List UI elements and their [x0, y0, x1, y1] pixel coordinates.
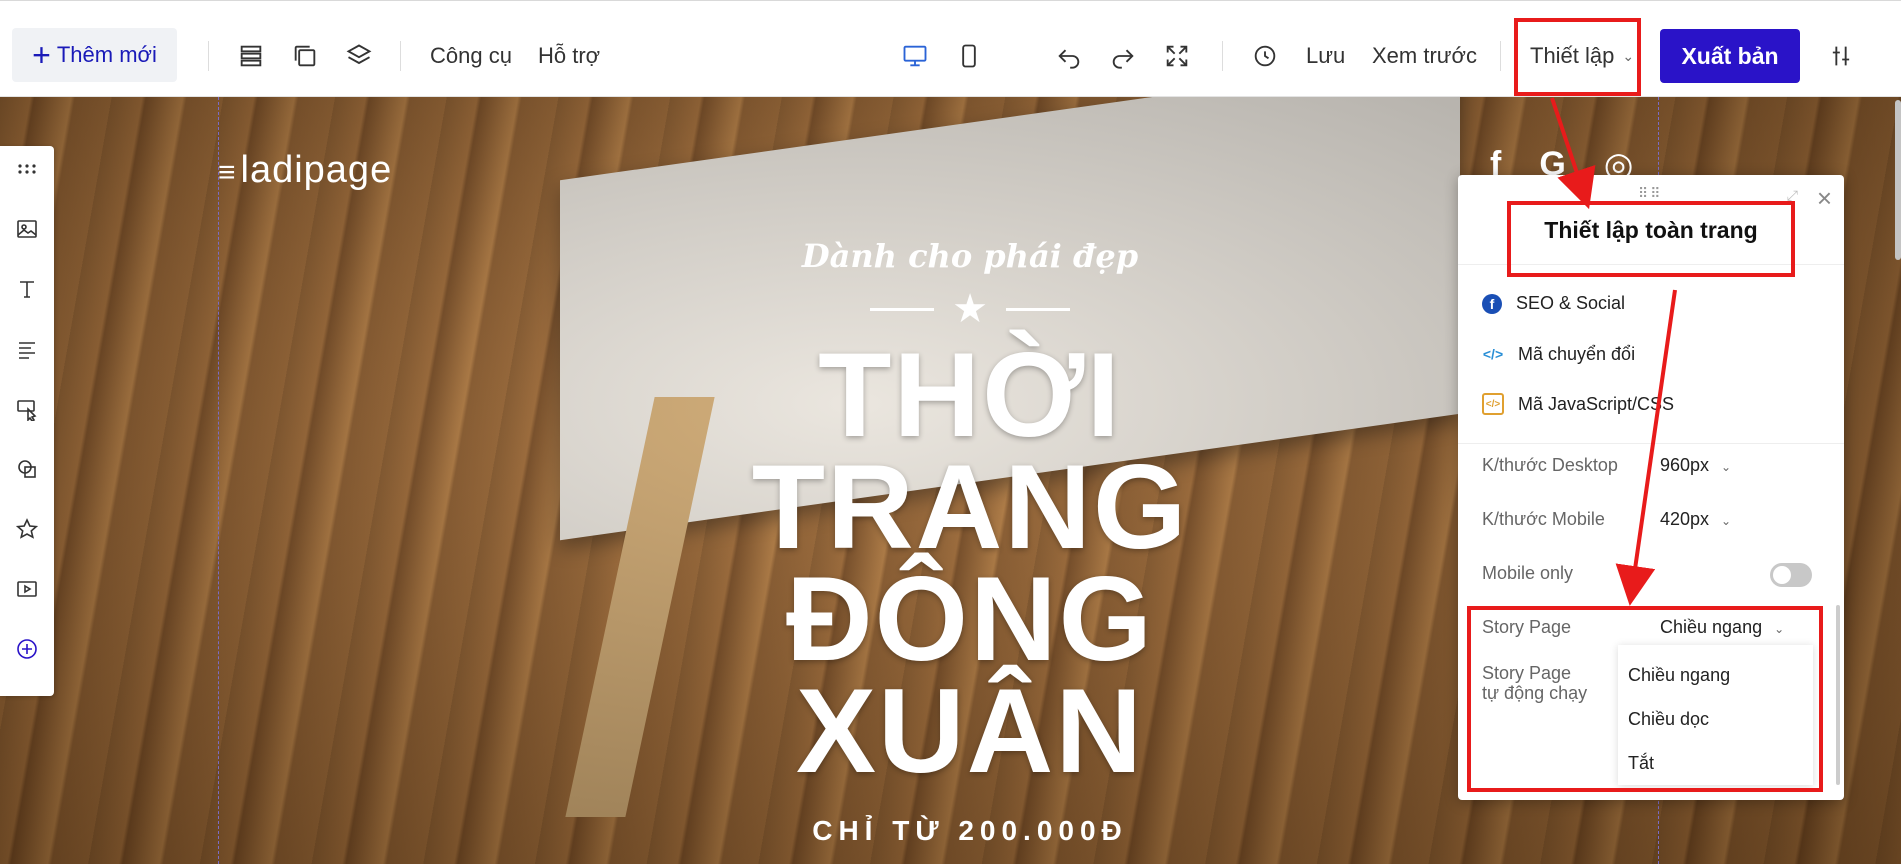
plus-icon: + [32, 37, 51, 73]
divider [1458, 264, 1844, 265]
paragraph-icon[interactable] [12, 334, 42, 364]
story-page-label: Story Page [1482, 617, 1572, 637]
panel-scrollbar[interactable] [1836, 605, 1840, 785]
video-icon[interactable] [12, 574, 42, 604]
divider [1222, 41, 1223, 71]
js-css-link[interactable]: </> Mã JavaScript/CSS [1482, 393, 1674, 415]
desktop-size-label: K/thước Desktop [1482, 455, 1618, 475]
desktop-size-select[interactable]: 960px ⌄ [1660, 455, 1731, 476]
cursor-icon[interactable] [12, 394, 42, 424]
seo-social-label: SEO & Social [1516, 293, 1626, 313]
hero-headline-line: XUÂN [795, 664, 1145, 798]
text-icon[interactable] [12, 274, 42, 304]
hero-headline-line: THỜI [818, 328, 1122, 462]
hero-divider: ★ [720, 289, 1220, 329]
drag-handle-icon[interactable] [12, 154, 42, 184]
star-icon: ★ [952, 287, 988, 331]
mobile-size-label: K/thước Mobile [1482, 509, 1605, 529]
add-circle-icon[interactable] [12, 634, 42, 664]
chevron-down-icon: ⌄ [1774, 622, 1785, 636]
mobile-only-label: Mobile only [1482, 563, 1574, 583]
mobile-only-toggle[interactable] [1770, 563, 1812, 587]
pages-icon[interactable] [290, 41, 320, 71]
mobile-size-select[interactable]: 420px ⌄ [1660, 509, 1731, 530]
chevron-down-icon: ⌄ [1622, 47, 1635, 64]
support-menu[interactable]: Hỗ trợ [538, 39, 600, 73]
hero-text[interactable]: Dành cho phái đẹp ★ THỜI TRANG ĐÔNG XUÂN… [720, 237, 1220, 847]
preview-button[interactable]: Xem trước [1372, 39, 1477, 73]
hero-tagline: Dành cho phái đẹp [801, 237, 1139, 275]
undo-icon[interactable] [1054, 41, 1084, 71]
divider [1458, 443, 1844, 444]
sections-icon[interactable] [236, 41, 266, 71]
code-icon: </> [1482, 346, 1504, 362]
adjust-icon[interactable] [1826, 41, 1856, 71]
tools-menu[interactable]: Công cụ [430, 39, 512, 73]
hero-subline: CHỈ TỪ 200.000Đ [812, 815, 1128, 846]
desktop-size-value: 960px [1660, 455, 1710, 475]
story-page-dropdown: Chiều ngang Chiều dọc Tắt [1618, 645, 1813, 785]
expand-icon[interactable]: ⤢ [1787, 187, 1798, 204]
publish-button[interactable]: Xuất bản [1660, 29, 1800, 83]
story-autoplay-label-line: tự động chạy [1482, 683, 1588, 703]
conversion-code-link[interactable]: </> Mã chuyển đổi [1482, 343, 1635, 365]
page-settings-panel: ⠿⠿ ⤢ × Thiết lập toàn trang f SEO & Soci… [1458, 175, 1844, 800]
fullscreen-icon[interactable] [1162, 41, 1192, 71]
story-autoplay-label: Story Page tự động chạy [1482, 663, 1587, 703]
dropdown-option[interactable]: Tắt [1628, 753, 1654, 774]
history-icon[interactable] [1250, 41, 1280, 71]
save-button[interactable]: Lưu [1306, 39, 1345, 73]
add-new-label: Thêm mới [56, 42, 157, 67]
story-page-select[interactable]: Chiều ngang ⌄ [1660, 617, 1784, 638]
toggle-knob [1773, 566, 1791, 584]
layout-guide [218, 97, 219, 864]
js-css-label: Mã JavaScript/CSS [1518, 393, 1675, 414]
chevron-down-icon: ⌄ [1721, 460, 1732, 474]
mobile-size-value: 420px [1660, 509, 1710, 529]
seo-social-link[interactable]: f SEO & Social [1482, 293, 1625, 314]
redo-icon[interactable] [1108, 41, 1138, 71]
divider [400, 41, 401, 71]
element-sidebar [0, 146, 54, 696]
desktop-icon[interactable] [900, 41, 930, 71]
close-icon[interactable]: × [1817, 183, 1832, 214]
mobile-icon[interactable] [954, 41, 984, 71]
image-icon[interactable] [12, 214, 42, 244]
dropdown-option[interactable]: Chiều ngang [1628, 665, 1730, 686]
divider [208, 41, 209, 71]
settings-label: Thiết lập [1530, 43, 1615, 68]
story-page-value: Chiều ngang [1660, 617, 1763, 637]
chevron-down-icon: ⌄ [1721, 514, 1732, 528]
ladipage-logo[interactable]: ≡ ladipage [218, 149, 392, 192]
story-autoplay-label-line: Story Page [1482, 663, 1572, 683]
js-css-icon: </> [1482, 393, 1504, 415]
panel-title: Thiết lập toàn trang [1544, 217, 1758, 243]
logo-text: ladipage [240, 149, 393, 191]
page-scrollbar[interactable] [1895, 100, 1901, 260]
add-new-button[interactable]: + Thêm mới [12, 28, 177, 82]
top-toolbar: + Thêm mới Công cụ Hỗ trợ Lưu Xem trước … [0, 0, 1901, 97]
dropdown-option[interactable]: Chiều dọc [1628, 709, 1709, 730]
logo-icon: ≡ [218, 156, 237, 189]
shapes-icon[interactable] [12, 454, 42, 484]
hero-headline-line: ĐÔNG [786, 552, 1154, 686]
star-icon[interactable] [12, 514, 42, 544]
conversion-code-label: Mã chuyển đổi [1518, 343, 1636, 364]
drag-handle-icon[interactable]: ⠿⠿ [1638, 185, 1663, 202]
hero-headline-line: TRANG [751, 440, 1189, 574]
layers-icon[interactable] [344, 41, 374, 71]
facebook-icon: f [1482, 293, 1502, 314]
settings-menu[interactable]: Thiết lập ⌄ [1530, 39, 1634, 73]
divider [1500, 41, 1501, 71]
